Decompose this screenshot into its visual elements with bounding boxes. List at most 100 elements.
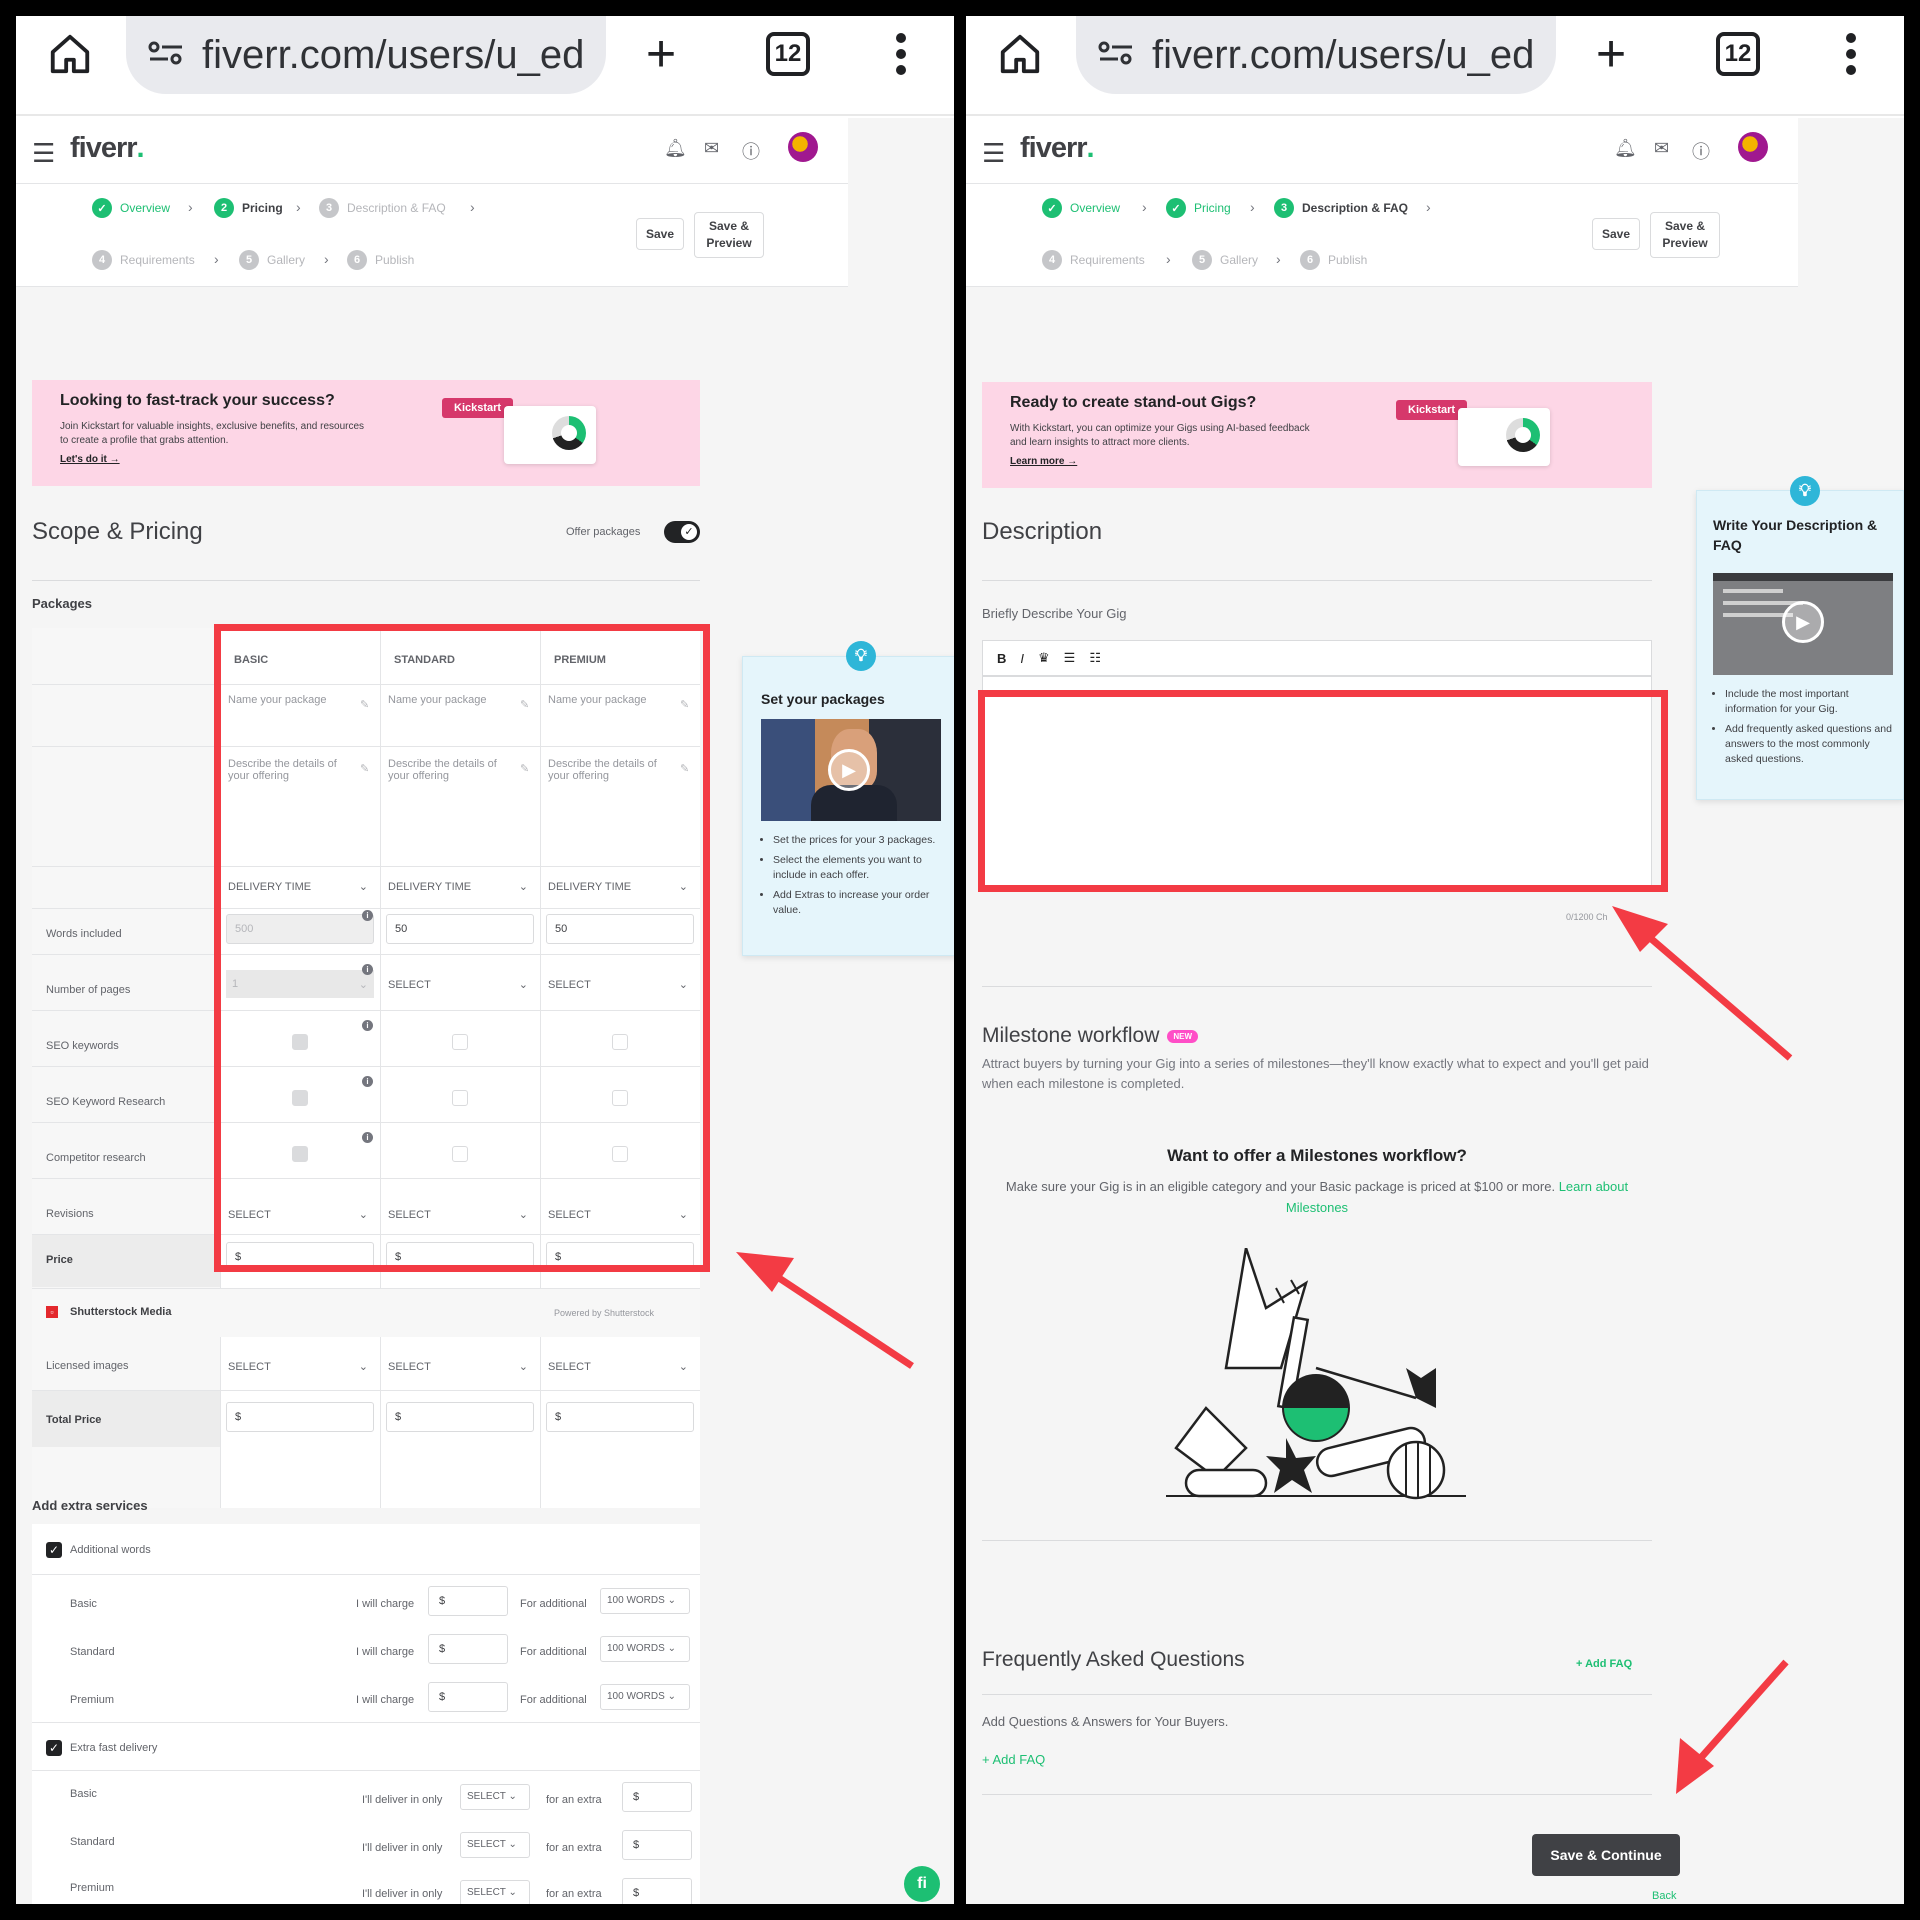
row-label-competitor: Competitor research — [46, 1152, 146, 1164]
licensed-images-select-basic[interactable]: SELECT ⌄ — [228, 1360, 368, 1374]
step-requirements[interactable]: 4 Requirements — [1042, 250, 1145, 270]
back-link[interactable]: Back — [1652, 1890, 1676, 1902]
highlight-box — [214, 624, 710, 1272]
add-faq-top-link[interactable]: + Add FAQ — [1576, 1658, 1632, 1670]
step-gallery[interactable]: 5 Gallery — [1192, 250, 1258, 270]
extra-fast-checkbox[interactable]: ✓ — [46, 1740, 62, 1756]
add-faq-link[interactable]: + Add FAQ — [982, 1752, 1045, 1767]
avatar[interactable] — [788, 132, 818, 162]
licensed-images-select-standard[interactable]: SELECT ⌄ — [388, 1360, 528, 1374]
more-menu-icon[interactable] — [1836, 26, 1866, 82]
site-settings-icon[interactable] — [146, 38, 186, 73]
save-preview-button[interactable]: Save & Preview — [1650, 212, 1720, 258]
page: ☰ fiverr. 🔔︎ ✉ ⓘ ✓ Overview › 2 Pricing › … — [16, 118, 954, 1904]
words-unit-select[interactable]: 100 WORDS ⌄ — [600, 1588, 690, 1614]
step-overview[interactable]: ✓ Overview — [1042, 198, 1120, 218]
extras-panel: ✓ Additional words Basic I will charge $… — [32, 1524, 700, 1904]
avatar[interactable] — [1738, 132, 1768, 162]
additional-words-price-standard[interactable]: $ — [428, 1634, 508, 1664]
ordered-list-button[interactable]: ☰ — [1064, 650, 1076, 666]
banner-title: Ready to create stand-out Gigs? — [1010, 394, 1257, 411]
fast-delivery-select[interactable]: SELECT ⌄ — [460, 1832, 530, 1858]
help-icon[interactable]: ⓘ — [742, 138, 760, 164]
hamburger-icon[interactable]: ☰ — [982, 138, 1005, 169]
fiverr-logo[interactable]: fiverr. — [70, 132, 145, 165]
fast-delivery-price[interactable]: $ — [622, 1782, 692, 1812]
play-icon[interactable]: ▶ — [828, 749, 870, 791]
licensed-images-select-premium[interactable]: SELECT ⌄ — [548, 1360, 688, 1374]
new-tab-icon[interactable]: + — [1586, 25, 1636, 83]
home-icon[interactable] — [990, 26, 1050, 82]
section-title: Scope & Pricing — [32, 518, 203, 545]
tip-title: Write Your Description & FAQ — [1713, 517, 1878, 553]
banner-link[interactable]: Let's do it → — [60, 454, 120, 465]
step-publish[interactable]: 6 Publish — [1300, 250, 1367, 270]
italic-button[interactable]: I — [1020, 651, 1024, 666]
editor-toolbar: B I ♛ ☰ ☷ — [982, 640, 1652, 676]
step-pricing[interactable]: ✓ Pricing — [1166, 198, 1231, 218]
step-overview[interactable]: ✓ Overview — [92, 198, 170, 218]
save-preview-button[interactable]: Save & Preview — [694, 212, 764, 258]
url-bar[interactable]: fiverr.com/users/u_ed — [126, 16, 606, 94]
highlight-button[interactable]: ♛ — [1038, 650, 1050, 666]
step-nav: ✓ Overview › 2 Pricing › 3 Description & FA… — [16, 184, 848, 287]
row-divider — [32, 1770, 700, 1771]
tab-count: 12 — [1716, 32, 1760, 76]
fiverr-logo[interactable]: fiverr. — [1020, 132, 1095, 165]
fast-delivery-price[interactable]: $ — [622, 1830, 692, 1860]
bold-button[interactable]: B — [997, 651, 1006, 666]
step-requirements[interactable]: 4 Requirements — [92, 250, 195, 270]
donut-chart-icon — [1506, 418, 1540, 452]
bell-icon[interactable]: 🔔︎ — [1614, 138, 1637, 159]
briefly-describe-label: Briefly Describe Your Gig — [982, 606, 1127, 621]
bullet-list-button[interactable]: ☷ — [1089, 650, 1101, 666]
mail-icon[interactable]: ✉ — [704, 138, 719, 159]
check-icon: ✓ — [681, 524, 697, 540]
mail-icon[interactable]: ✉ — [1654, 138, 1669, 159]
step-description[interactable]: 3 Description & FAQ — [1274, 198, 1408, 218]
tip-video[interactable]: ▶ — [761, 719, 941, 821]
milestone-illustration — [1166, 1248, 1466, 1500]
tip-video[interactable]: ▶ — [1713, 573, 1893, 675]
shutterstock-label: Shutterstock Media — [70, 1306, 172, 1318]
tab-switcher-button[interactable]: 12 — [760, 26, 816, 82]
fiverr-help-button[interactable]: fi — [904, 1866, 940, 1902]
fast-delivery-select[interactable]: SELECT ⌄ — [460, 1880, 530, 1904]
hamburger-icon[interactable]: ☰ — [32, 138, 55, 169]
save-continue-button[interactable]: Save & Continue — [1532, 1834, 1680, 1876]
bell-icon[interactable]: 🔔︎ — [664, 138, 687, 159]
offer-packages-toggle[interactable]: ✓ — [664, 521, 700, 543]
chevron-down-icon: ⌄ — [678, 1361, 688, 1373]
step-publish[interactable]: 6 Publish — [347, 250, 414, 270]
site-settings-icon[interactable] — [1096, 38, 1136, 73]
fast-delivery-select[interactable]: SELECT ⌄ — [460, 1784, 530, 1810]
additional-words-price-premium[interactable]: $ — [428, 1682, 508, 1712]
play-icon[interactable]: ▶ — [1782, 601, 1824, 643]
kickstart-illustration — [504, 406, 596, 464]
more-menu-icon[interactable] — [886, 26, 916, 82]
save-button[interactable]: Save — [1592, 218, 1640, 250]
additional-words-price-basic[interactable]: $ — [428, 1586, 508, 1616]
tab-switcher-button[interactable]: 12 — [1710, 26, 1766, 82]
words-unit-select[interactable]: 100 WORDS ⌄ — [600, 1684, 690, 1710]
step-gallery[interactable]: 5 Gallery — [239, 250, 305, 270]
right-screenshot: fiverr.com/users/u_ed + 12 ☰ fiverr. 🔔︎ … — [966, 16, 1904, 1904]
url-bar[interactable]: fiverr.com/users/u_ed — [1076, 16, 1556, 94]
additional-words-checkbox[interactable]: ✓ — [46, 1542, 62, 1558]
row-divider — [32, 1722, 700, 1723]
help-icon[interactable]: ⓘ — [1692, 138, 1710, 164]
tip-card: Write Your Description & FAQ ▶ Include t… — [1696, 490, 1904, 800]
additional-words-label: Additional words — [70, 1544, 151, 1556]
new-tab-icon[interactable]: + — [636, 25, 686, 83]
chevron-right-icon: › — [324, 251, 329, 267]
fast-delivery-price[interactable]: $ — [622, 1878, 692, 1904]
deliver-label: I'll deliver in only — [362, 1842, 443, 1854]
words-unit-select[interactable]: 100 WORDS ⌄ — [600, 1636, 690, 1662]
milestone-text: Attract buyers by turning your Gig into … — [982, 1056, 1649, 1091]
save-button[interactable]: Save — [636, 218, 684, 250]
banner-link[interactable]: Learn more → — [1010, 456, 1077, 467]
step-pricing[interactable]: 2 Pricing — [214, 198, 283, 218]
step-description[interactable]: 3 Description & FAQ — [319, 198, 446, 218]
home-icon[interactable] — [40, 26, 100, 82]
row-label-words: Words included — [46, 928, 122, 940]
